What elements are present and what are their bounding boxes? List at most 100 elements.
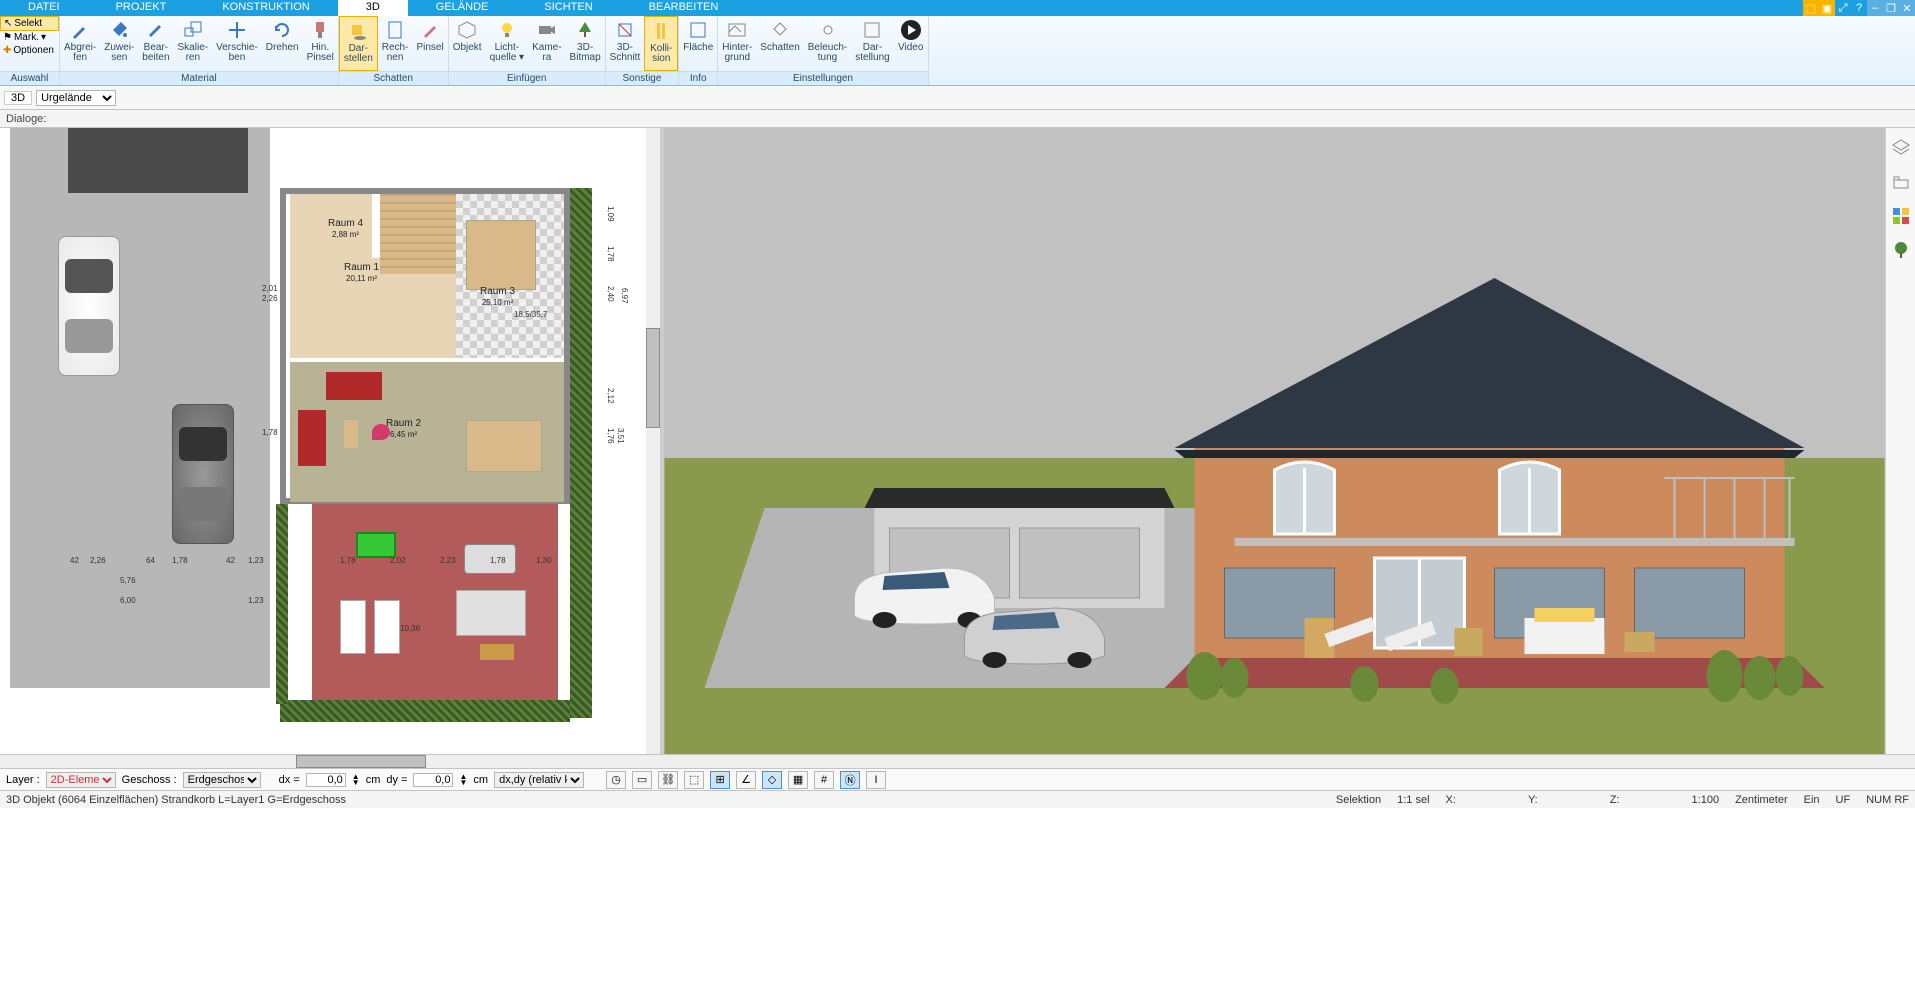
mark-button[interactable]: ⚑Mark.▾ xyxy=(0,31,59,44)
tab-projekt[interactable]: PROJEKT xyxy=(88,0,195,16)
help-icon[interactable]: ? xyxy=(1851,0,1867,16)
tool-angle-icon[interactable]: ∠ xyxy=(736,771,756,789)
window-btn-1[interactable]: ⬚ xyxy=(1803,0,1819,16)
dim: 3,51 xyxy=(616,428,625,444)
tab-gelaende[interactable]: GELÄNDE xyxy=(408,0,517,16)
scrollbar-3d[interactable] xyxy=(664,755,1885,768)
ribbon-group-info: Fläche Info xyxy=(679,16,718,85)
tab-sichten[interactable]: SICHTEN xyxy=(516,0,620,16)
btn-flaeche[interactable]: Fläche xyxy=(679,16,717,71)
plants-panel-icon[interactable] xyxy=(1891,240,1911,260)
dim: 2,26 xyxy=(90,556,106,565)
menu-bar: DATEI PROJEKT KONSTRUKTION 3D GELÄNDE SI… xyxy=(0,0,1915,16)
spin-down-icon[interactable]: ▼ xyxy=(459,780,467,786)
btn-objekt[interactable]: Objekt xyxy=(449,16,486,71)
btn-beleuchtung[interactable]: Beleuch- tung xyxy=(804,16,851,71)
layer-dropdown[interactable]: 2D-Elemen xyxy=(46,772,116,788)
shadow-icon xyxy=(768,18,792,42)
flag-icon: ⚑ xyxy=(3,32,12,43)
btn-hintergrund[interactable]: Hinter- grund xyxy=(718,16,756,71)
dialogs-label: Dialoge: xyxy=(6,113,46,125)
maximize-icon[interactable]: ❐ xyxy=(1883,0,1899,16)
scrollbar-thumb[interactable] xyxy=(296,755,426,768)
scrollbar-thumb[interactable] xyxy=(646,328,660,428)
ribbon-group-material: Abgrei- fen Zuwei- sen Bear- beiten Skal… xyxy=(60,16,339,85)
btn-darstellen[interactable]: Dar- stellen xyxy=(339,16,378,71)
background-icon xyxy=(725,18,749,42)
furniture-panel-icon[interactable] xyxy=(1891,172,1911,192)
select-button[interactable]: ↖Selekt xyxy=(0,16,59,31)
tool-grid-icon[interactable]: ▦ xyxy=(788,771,808,789)
bottom-bar: Layer : 2D-Elemen Geschoss : Erdgeschos … xyxy=(0,768,1915,790)
btn-3dschnitt[interactable]: 3D- Schnitt xyxy=(606,16,645,71)
btn-skalieren[interactable]: Skalie- ren xyxy=(174,16,213,71)
btn-rechnen[interactable]: Rech- nen xyxy=(378,16,413,71)
dxdy-mode[interactable]: dx,dy (relativ ka xyxy=(494,772,584,788)
tool-screen-icon[interactable]: ▭ xyxy=(632,771,652,789)
status-y: Y: xyxy=(1528,794,1538,806)
geschoss-dropdown[interactable]: Erdgeschos xyxy=(183,772,261,788)
btn-schatten[interactable]: Schatten xyxy=(756,16,803,71)
tool-clock-icon[interactable]: ◷ xyxy=(606,771,626,789)
dy-label: dy = xyxy=(386,774,407,786)
workspace: Raum 42,88 m² Raum 120,11 m² Raum 325,10… xyxy=(0,128,1915,754)
table-set xyxy=(466,420,542,472)
tool-north-icon[interactable]: Ⓝ xyxy=(840,771,860,789)
display-icon xyxy=(860,18,884,42)
btn-drehen[interactable]: Drehen xyxy=(262,16,303,71)
lightbulb-icon xyxy=(495,18,519,42)
btn-pinsel[interactable]: Pinsel xyxy=(412,16,447,71)
group-label: Einstellungen xyxy=(718,71,927,85)
tab-bearbeiten[interactable]: BEARBEITEN xyxy=(621,0,747,16)
dx-label: dx = xyxy=(279,774,300,786)
btn-zuweisen[interactable]: Zuwei- sen xyxy=(100,16,138,71)
scrollbar-vertical[interactable] xyxy=(646,128,660,754)
tool-hash-icon[interactable]: # xyxy=(814,771,834,789)
status-x: X: xyxy=(1446,794,1456,806)
tool-diamond-icon[interactable]: ◇ xyxy=(762,771,782,789)
scrollbar-2d[interactable] xyxy=(0,755,660,768)
minimize-icon[interactable]: – xyxy=(1867,0,1883,16)
dy-input[interactable] xyxy=(413,773,453,787)
dx-input[interactable] xyxy=(306,773,346,787)
btn-abgreifen[interactable]: Abgrei- fen xyxy=(60,16,100,71)
tool-snap-icon[interactable]: ⬚ xyxy=(684,771,704,789)
group-label: Info xyxy=(679,71,717,85)
tab-3d[interactable]: 3D xyxy=(338,0,408,16)
close-icon[interactable]: ✕ xyxy=(1899,0,1915,16)
dim: 1,76 xyxy=(606,428,615,444)
spin-down-icon[interactable]: ▼ xyxy=(352,780,360,786)
tool-text-icon[interactable]: I xyxy=(866,771,886,789)
btn-kamera[interactable]: Kame- ra xyxy=(528,16,565,71)
layers-panel-icon[interactable] xyxy=(1891,138,1911,158)
tool-ortho-icon[interactable]: ⊞ xyxy=(710,771,730,789)
tab-konstruktion[interactable]: KONSTRUKTION xyxy=(194,0,337,16)
view-3d[interactable] xyxy=(664,128,1885,754)
dim: 2,26 xyxy=(262,294,278,303)
dim: 6,00 xyxy=(120,596,136,605)
options-button[interactable]: ✚Optionen xyxy=(0,44,59,57)
garage-roof xyxy=(68,128,248,193)
cursor-icon: ↖ xyxy=(4,18,12,29)
ribbon-selection-group: ↖Selekt ⚑Mark.▾ ✚Optionen Auswahl xyxy=(0,16,60,85)
car-grey xyxy=(172,404,234,544)
status-unit: Zentimeter xyxy=(1735,794,1788,806)
tab-datei[interactable]: DATEI xyxy=(0,0,88,16)
tool-link-icon[interactable]: ⛓ xyxy=(658,771,678,789)
status-sel: 1:1 sel xyxy=(1397,794,1429,806)
btn-hinpinsel[interactable]: Hin. Pinsel xyxy=(303,16,338,71)
view-2d-plan[interactable]: Raum 42,88 m² Raum 120,11 m² Raum 325,10… xyxy=(0,128,660,754)
btn-bearbeiten[interactable]: Bear- beiten xyxy=(138,16,173,71)
window-btn-2[interactable]: ▣ xyxy=(1819,0,1835,16)
layer-select[interactable]: Urgelände xyxy=(36,90,116,106)
window-btn-3[interactable]: ⤢ xyxy=(1835,0,1851,16)
btn-3dbitmap[interactable]: 3D- Bitmap xyxy=(566,16,605,71)
btn-darstellung[interactable]: Dar- stellung xyxy=(851,16,893,71)
materials-panel-icon[interactable] xyxy=(1891,206,1911,226)
btn-kollision[interactable]: Kolli- sion xyxy=(644,16,678,71)
dim: 1,09 xyxy=(606,206,615,222)
dim: 10,36 xyxy=(400,624,420,633)
btn-video[interactable]: Video xyxy=(894,16,928,71)
btn-verschieben[interactable]: Verschie- ben xyxy=(212,16,262,71)
btn-lichtquelle[interactable]: Licht- quelle ▾ xyxy=(486,16,529,71)
